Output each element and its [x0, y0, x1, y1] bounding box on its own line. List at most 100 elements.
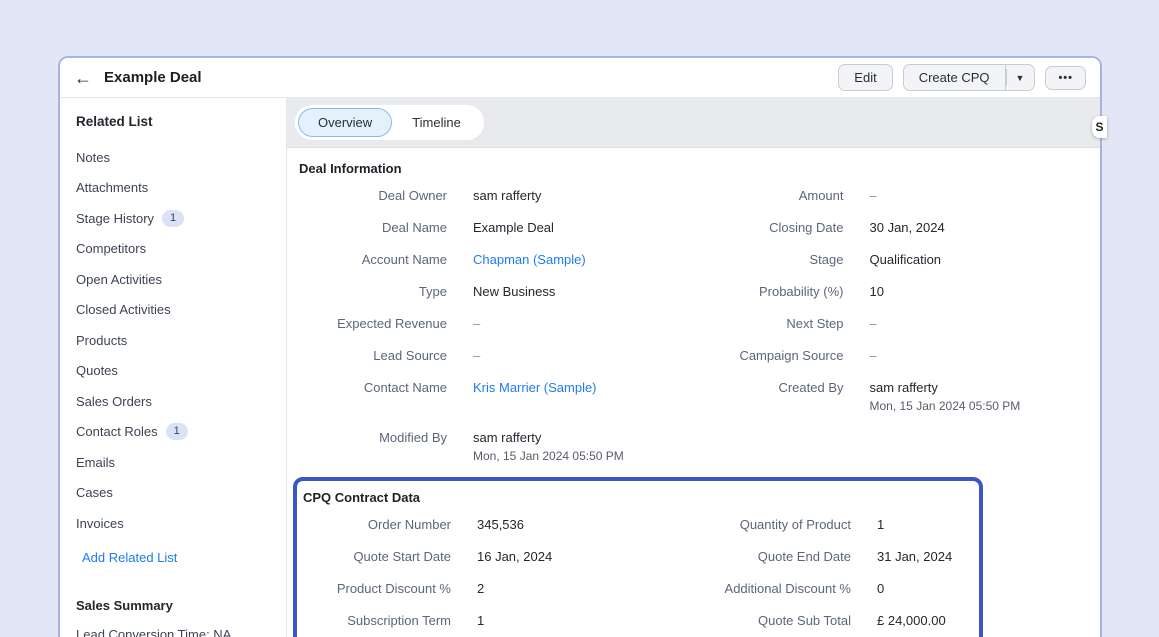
field-label: Quote End Date	[701, 549, 851, 564]
field-label: Deal Name	[297, 220, 447, 235]
field-stage: Stage Qualification	[694, 243, 1091, 275]
field-value: –	[473, 316, 694, 331]
field-value: sam rafferty	[473, 188, 694, 203]
field-value: £ 24,000.00	[877, 613, 979, 628]
field-created-by: Created By sam rafferty Mon, 15 Jan 2024…	[694, 371, 1091, 421]
sidebar-item-cases[interactable]: Cases	[76, 478, 286, 509]
field-value: 31 Jan, 2024	[877, 549, 979, 564]
field-account-name: Account Name Chapman (Sample)	[297, 243, 694, 275]
field-label: Product Discount %	[301, 581, 451, 596]
field-label: Quote Start Date	[301, 549, 451, 564]
cpq-contract-data-highlight-box: CPQ Contract Data Order Number 345,536 Q…	[293, 477, 983, 637]
field-value: 345,536	[477, 517, 701, 532]
field-label: Order Number	[301, 517, 451, 532]
field-label: Amount	[694, 188, 844, 203]
field-label: Campaign Source	[694, 348, 844, 363]
tab-overview[interactable]: Overview	[298, 108, 392, 137]
tab-timeline[interactable]: Timeline	[392, 108, 481, 137]
field-subscription-term: Subscription Term 1	[301, 604, 701, 636]
field-value: Qualification	[870, 252, 1091, 267]
field-label: Next Step	[694, 316, 844, 331]
field-next-step: Next Step –	[694, 307, 1091, 339]
field-label: Additional Discount %	[701, 581, 851, 596]
field-label: Expected Revenue	[297, 316, 447, 331]
sidebar-item-stage-history[interactable]: Stage History1	[76, 203, 286, 234]
sidebar-item-competitors[interactable]: Competitors	[76, 234, 286, 265]
field-row: Subscription Term 1 Quote Sub Total £ 24…	[301, 604, 979, 636]
field-label: Lead Source	[297, 348, 447, 363]
field-value: –	[870, 316, 1091, 331]
sidebar-item-emails[interactable]: Emails	[76, 447, 286, 478]
field-label: Contact Name	[297, 380, 447, 395]
created-by-name: sam rafferty	[870, 380, 1091, 395]
back-arrow-icon[interactable]: ←	[74, 69, 92, 87]
sidebar-item-sales-orders[interactable]: Sales Orders	[76, 386, 286, 417]
field-value: 16 Jan, 2024	[477, 549, 701, 564]
field-value: 0	[877, 581, 979, 596]
field-lead-source: Lead Source –	[297, 339, 694, 371]
field-value: 30 Jan, 2024	[870, 220, 1091, 235]
sidebar-item-contact-roles[interactable]: Contact Roles1	[76, 417, 286, 448]
field-value: –	[870, 188, 1091, 203]
field-order-number: Order Number 345,536	[301, 508, 701, 540]
sidebar-item-products[interactable]: Products	[76, 325, 286, 356]
field-contact-name: Contact Name Kris Marrier (Sample)	[297, 371, 694, 421]
deal-detail-content: Overview Timeline Deal Information Deal …	[287, 98, 1100, 637]
sidebar-item-notes[interactable]: Notes	[76, 142, 286, 173]
field-row: Quote Start Date 16 Jan, 2024 Quote End …	[301, 540, 979, 572]
more-actions-button[interactable]: •••	[1045, 66, 1086, 90]
field-row: Type New Business Probability (%) 10	[297, 275, 1090, 307]
field-row: Expected Revenue – Next Step –	[297, 307, 1090, 339]
field-label: Quote Sub Total	[701, 613, 851, 628]
field-deal-name: Deal Name Example Deal	[297, 211, 694, 243]
add-related-list-link[interactable]: Add Related List	[82, 543, 286, 573]
created-by-timestamp: Mon, 15 Jan 2024 05:50 PM	[870, 399, 1091, 413]
lead-conversion-time: Lead Conversion Time: NA	[76, 627, 286, 637]
sidebar-item-invoices[interactable]: Invoices	[76, 508, 286, 539]
related-list-title: Related List	[76, 114, 286, 129]
count-badge: 1	[166, 423, 188, 440]
field-row: Account Name Chapman (Sample) Stage Qual…	[297, 243, 1090, 275]
sidebar-item-closed-activities[interactable]: Closed Activities	[76, 295, 286, 326]
field-row: Deal Owner sam rafferty Amount –	[297, 179, 1090, 211]
field-value: 2	[477, 581, 701, 596]
field-value: New Business	[473, 284, 694, 299]
field-row: Lead Source – Campaign Source –	[297, 339, 1090, 371]
field-label: Type	[297, 284, 447, 299]
field-label: Quantity of Product	[701, 517, 851, 532]
field-amount: Amount –	[694, 179, 1091, 211]
field-row: Product Discount % 2 Additional Discount…	[301, 572, 979, 604]
field-label: Modified By	[297, 430, 447, 445]
contact-name-link[interactable]: Kris Marrier (Sample)	[473, 380, 694, 395]
count-badge: 1	[162, 210, 184, 227]
field-quote-sub-total: Quote Sub Total £ 24,000.00	[701, 604, 979, 636]
create-cpq-dropdown-icon[interactable]: ▼	[1006, 64, 1036, 91]
sidebar-item-attachments[interactable]: Attachments	[76, 173, 286, 204]
field-label: Closing Date	[694, 220, 844, 235]
field-expected-revenue: Expected Revenue –	[297, 307, 694, 339]
field-row: Modified By sam rafferty Mon, 15 Jan 202…	[297, 421, 1090, 471]
edit-button[interactable]: Edit	[838, 64, 892, 91]
field-quantity-of-product: Quantity of Product 1	[701, 508, 979, 540]
field-product-discount: Product Discount % 2	[301, 572, 701, 604]
sidebar-item-quotes[interactable]: Quotes	[76, 356, 286, 387]
field-type: Type New Business	[297, 275, 694, 307]
field-value: sam rafferty Mon, 15 Jan 2024 05:50 PM	[870, 380, 1091, 413]
field-value: –	[870, 348, 1091, 363]
related-list-sidebar: Related List Notes Attachments Stage His…	[60, 98, 287, 637]
field-quote-start-date: Quote Start Date 16 Jan, 2024	[301, 540, 701, 572]
modified-by-timestamp: Mon, 15 Jan 2024 05:50 PM	[473, 449, 694, 463]
cpq-contract-data-title: CPQ Contract Data	[301, 483, 979, 508]
create-cpq-button[interactable]: Create CPQ	[903, 64, 1006, 91]
field-value: –	[473, 348, 694, 363]
field-value: 1	[477, 613, 701, 628]
field-value: 10	[870, 284, 1091, 299]
deal-header: ← Example Deal Edit Create CPQ ▼ •••	[60, 58, 1100, 98]
field-probability: Probability (%) 10	[694, 275, 1091, 307]
sidebar-item-open-activities[interactable]: Open Activities	[76, 264, 286, 295]
account-name-link[interactable]: Chapman (Sample)	[473, 252, 694, 267]
field-value: sam rafferty Mon, 15 Jan 2024 05:50 PM	[473, 430, 694, 463]
field-row: Deal Name Example Deal Closing Date 30 J…	[297, 211, 1090, 243]
deal-information-title: Deal Information	[297, 154, 1090, 179]
field-label: Subscription Term	[301, 613, 451, 628]
